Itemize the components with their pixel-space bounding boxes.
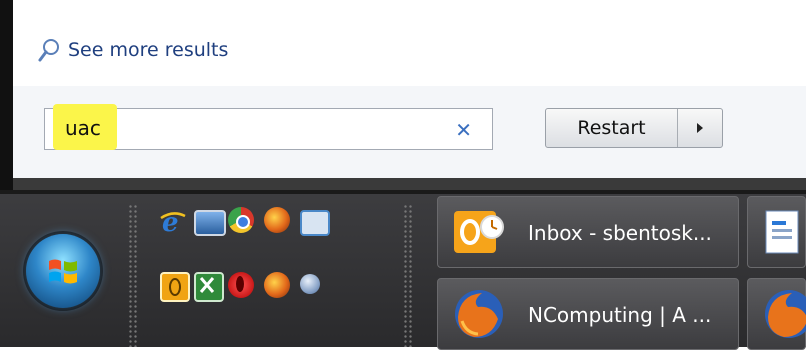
clear-search-icon[interactable]: ✕ [455,118,472,142]
taskbar-button-document[interactable] [747,196,806,268]
taskbar-edge [0,190,806,194]
restart-button[interactable]: Restart [546,109,677,147]
start-search-input[interactable]: uac ✕ [44,104,493,150]
firefox-icon [455,290,503,338]
shutdown-options-arrow-button[interactable] [677,109,722,147]
desktop-icon[interactable] [194,210,226,236]
search-input-value: uac [65,116,101,140]
svg-text:e: e [162,208,179,234]
taskbar-button-firefox[interactable]: NComputing | A ... [437,278,739,350]
start-button[interactable] [26,234,100,308]
chevron-right-icon [697,123,703,133]
search-icon [38,39,59,62]
excel-glyph [199,277,215,293]
see-more-results-link[interactable]: See more results [38,38,228,62]
windows-logo-icon [49,259,77,284]
chrome-icon[interactable] [228,207,254,233]
firefox-icon-2[interactable] [264,272,290,298]
opera-icon[interactable] [228,272,254,298]
see-more-results-label: See more results [68,39,229,61]
opera-inner [236,276,244,292]
quick-launch-grip-right[interactable] [403,204,413,347]
internet-explorer-icon[interactable]: e [160,208,186,238]
firefox-icon-2 [765,290,806,338]
excel-icon[interactable] [194,272,224,302]
document-icon [765,210,799,254]
start-menu-frame [0,0,13,190]
task-label: Inbox - sbentosk... [528,221,712,245]
taskbar-button-firefox-2[interactable] [747,278,806,350]
start-menu: See more results uac ✕ Restart [0,0,806,190]
firefox-icon[interactable] [264,207,290,233]
chrome-center [236,215,250,229]
taskbar: e Inbox - sbentosk... NComputing | A ... [0,190,806,350]
outlook-icon [454,211,504,253]
taskbar-button-outlook[interactable]: Inbox - sbentosk... [437,196,739,268]
outlook-icon[interactable] [160,272,190,302]
internet-explorer-glyph: e [160,208,186,238]
task-label: NComputing | A ... [528,303,712,327]
network-icon[interactable] [300,274,320,294]
quick-launch-grip-left[interactable] [128,204,138,347]
outlook-letter [169,278,181,296]
window-switcher-icon[interactable] [300,210,330,236]
shutdown-split-button: Restart [545,108,723,148]
start-menu-search-panel [13,0,806,178]
